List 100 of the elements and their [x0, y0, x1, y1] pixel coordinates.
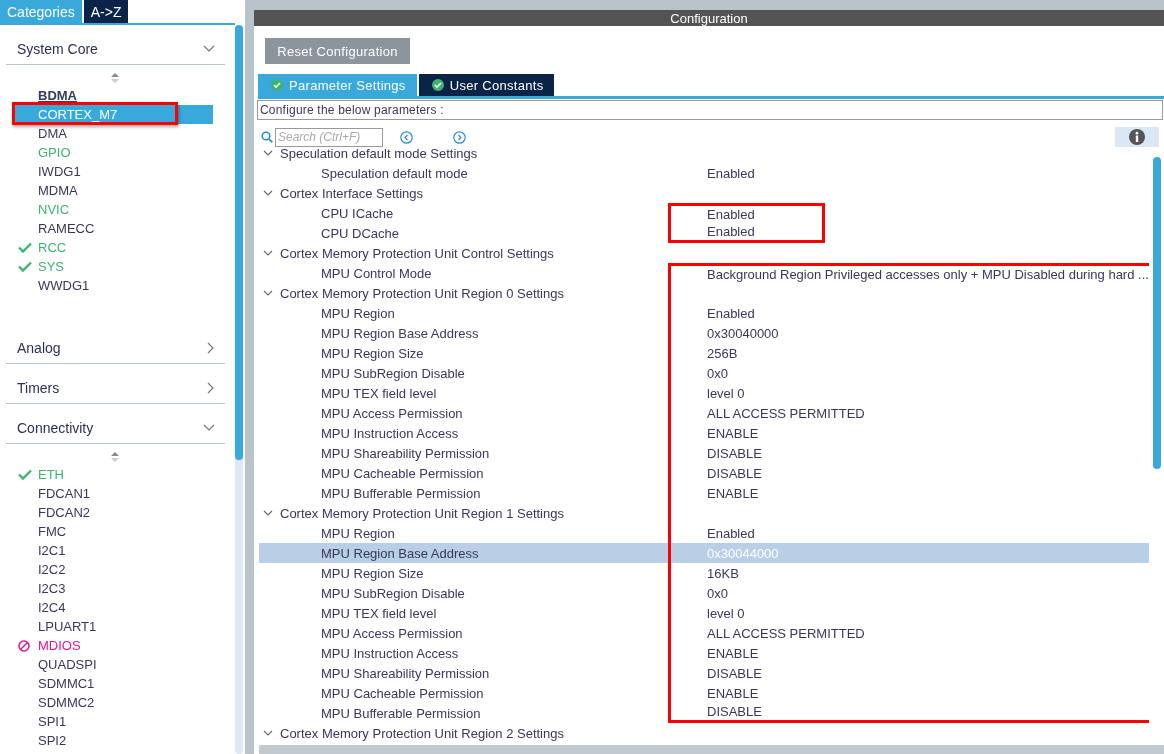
blocked-icon	[18, 640, 30, 652]
scroll-arrows-icon[interactable]	[111, 452, 119, 462]
parameter-name: MPU Shareability Permission	[320, 665, 491, 681]
parameter-name: MPU Region Size	[320, 565, 425, 581]
parameter-value: ENABLE	[707, 425, 759, 441]
chevron-down-icon[interactable]	[203, 45, 215, 53]
chevron-right-icon[interactable]	[207, 382, 215, 394]
parameter-name: MPU Control Mode	[320, 265, 433, 281]
group-header[interactable]: Cortex Memory Protection Unit Region 2 Settings	[259, 725, 688, 741]
check-icon	[18, 242, 32, 253]
parameter-name: Speculation default mode	[320, 165, 469, 181]
peripheral-item[interactable]: SDMMC1	[0, 674, 213, 693]
peripheral-item[interactable]: IWDG1	[0, 162, 213, 181]
category-header[interactable]: Connectivity	[6, 415, 225, 444]
parameter-value: DISABLE	[707, 665, 762, 681]
check-circle-icon	[431, 79, 444, 91]
category-header[interactable]: Analog	[6, 335, 225, 364]
chevron-down-icon[interactable]	[203, 424, 215, 432]
parameter-value: DISABLE	[707, 704, 762, 719]
parameter-name: CPU ICache	[320, 205, 395, 221]
chevron-down-icon	[263, 510, 273, 516]
parameter-value: 16KB	[707, 565, 739, 581]
group-header[interactable]: Cortex Memory Protection Unit Region 1 Settings	[259, 505, 688, 521]
peripheral-item[interactable]: I2C2	[0, 560, 213, 579]
peripheral-item[interactable]: SPI2	[0, 731, 213, 750]
category-title: Connectivity	[17, 420, 94, 436]
settings-tab[interactable]: User Constants	[418, 74, 555, 96]
group-title: Cortex Memory Protection Unit Region 2 Settings	[280, 725, 564, 741]
parameter-value: 0x30040000	[707, 325, 779, 341]
peripheral-item[interactable]: I2C1	[0, 541, 213, 560]
group-header[interactable]: Cortex Memory Protection Unit Region 0 Settings	[259, 285, 688, 301]
parameter-value: ENABLE	[707, 485, 759, 501]
group-title: Cortex Memory Protection Unit Region 1 Settings	[280, 505, 564, 521]
parameter-name: MPU Region	[320, 525, 396, 541]
category-header[interactable]: System Core	[6, 36, 225, 65]
scroll-arrows-icon[interactable]	[111, 73, 119, 83]
parameter-name: MPU TEX field level	[320, 385, 438, 401]
parameter-value: Enabled	[707, 305, 755, 321]
parameter-name: CPU DCache	[320, 225, 401, 241]
peripheral-item[interactable]: MDMA	[0, 181, 213, 200]
parameter-value: Enabled	[707, 207, 755, 222]
peripheral-item[interactable]: I2C4	[0, 598, 213, 617]
parameter-value: ENABLE	[707, 645, 759, 661]
chevron-right-icon[interactable]	[207, 342, 215, 354]
category-title: Timers	[17, 380, 60, 396]
parameter-value: 0x0	[707, 585, 728, 601]
peripheral-item[interactable]: FDCAN1	[0, 484, 213, 503]
parameter-value: DISABLE	[707, 445, 762, 461]
parameter-value: ALL ACCESS PERMITTED	[707, 625, 865, 641]
group-title: Cortex Memory Protection Unit Control Settings	[280, 245, 554, 261]
group-header[interactable]: Cortex Memory Protection Unit Control Settings	[259, 245, 688, 261]
search-icon[interactable]	[261, 131, 273, 143]
peripheral-item[interactable]: QUADSPI	[0, 655, 213, 674]
category-title: System Core	[17, 41, 98, 57]
group-title: Speculation default mode Settings	[280, 149, 478, 161]
parameter-name: MPU SubRegion Disable	[320, 585, 466, 601]
group-header[interactable]: Speculation default mode Settings	[259, 149, 688, 161]
parameter-name: MPU Region Base Address	[320, 325, 480, 341]
parameter-name: MPU Region Base Address	[320, 545, 480, 561]
scrollbar[interactable]	[235, 25, 243, 754]
parameter-row[interactable]: CPU DCache Enabled	[259, 223, 1149, 243]
parameter-name: MPU Access Permission	[320, 625, 464, 641]
search-field[interactable]: Search (Ctrl+F)	[275, 127, 383, 147]
parameter-name: MPU Region Size	[320, 345, 425, 361]
parameter-value: Enabled	[707, 165, 755, 181]
parameter-name: MPU Instruction Access	[320, 645, 460, 661]
peripheral-item[interactable]: RAMECC	[0, 219, 213, 238]
check-icon	[18, 469, 32, 480]
category-header[interactable]: Timers	[6, 375, 225, 404]
parameter-value: level 0	[707, 385, 745, 401]
peripheral-item[interactable]: I2C3	[0, 579, 213, 598]
group-header[interactable]: Cortex Interface Settings	[259, 185, 688, 201]
previous-icon[interactable]	[400, 130, 413, 144]
parameter-row[interactable]: CPU ICache Enabled	[259, 203, 1149, 223]
parameter-row[interactable]: MPU Region Base Address 0x30044000	[259, 543, 1149, 563]
peripheral-item[interactable]: MDIOS	[0, 636, 213, 655]
peripheral-item[interactable]: FDCAN2	[0, 503, 213, 522]
parameter-value: Enabled	[707, 525, 755, 541]
peripheral-item[interactable]: WWDG1	[0, 276, 213, 295]
peripheral-item[interactable]: BDMA	[0, 86, 213, 105]
parameter-name: MPU SubRegion Disable	[320, 365, 466, 381]
peripheral-item[interactable]: FMC	[0, 522, 213, 541]
info-button[interactable]	[1115, 127, 1159, 147]
group-title: Cortex Interface Settings	[280, 185, 424, 201]
parameter-name: MPU Cacheable Permission	[320, 465, 485, 481]
category-tab[interactable]: A->Z	[83, 0, 129, 23]
parameter-value: 0x30044000	[707, 545, 779, 561]
category-title: Analog	[17, 340, 61, 356]
parameter-row[interactable]: Speculation default mode Enabled	[259, 163, 1149, 183]
chevron-down-icon	[263, 730, 273, 736]
chevron-down-icon	[263, 250, 273, 256]
next-icon[interactable]	[453, 130, 466, 144]
peripheral-item[interactable]: SPI1	[0, 712, 213, 731]
parameter-value: 256B	[707, 345, 738, 361]
parameter-name: MPU TEX field level	[320, 605, 438, 621]
peripheral-item[interactable]: DMA	[0, 124, 213, 143]
peripheral-item[interactable]: SDMMC2	[0, 693, 213, 712]
parameter-name: MPU Cacheable Permission	[320, 685, 485, 701]
peripheral-item[interactable]: LPUART1	[0, 617, 213, 636]
parameter-value: 0x0	[707, 365, 728, 381]
